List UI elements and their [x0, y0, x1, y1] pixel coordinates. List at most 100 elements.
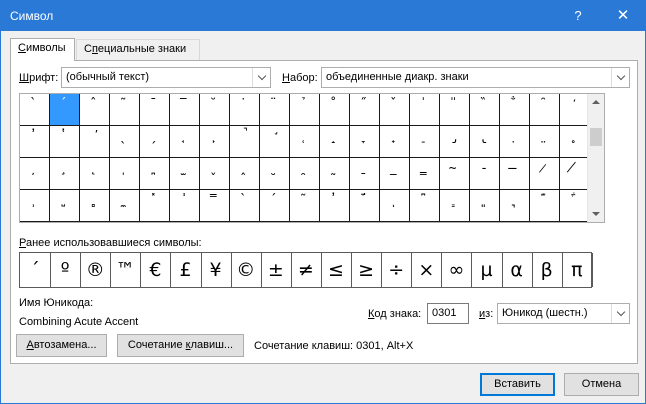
symbol-cell[interactable]: ̓: [20, 126, 50, 158]
symbol-cell[interactable]: ̮: [260, 158, 290, 190]
symbol-cell[interactable]: ̴: [440, 158, 470, 190]
symbol-cell[interactable]: ̈: [260, 94, 290, 126]
symbol-cell[interactable]: ̯: [290, 158, 320, 190]
symbol-cell[interactable]: ̟: [380, 126, 410, 158]
chevron-down-icon[interactable]: [611, 304, 629, 323]
symbol-cell[interactable]: ͆: [410, 190, 440, 222]
symbol-cell[interactable]: ̍: [410, 94, 440, 126]
symbol-cell[interactable]: ̕: [80, 126, 110, 158]
recent-symbol-cell[interactable]: ™: [110, 253, 142, 287]
scroll-up-icon[interactable]: [588, 94, 604, 110]
symbol-cell[interactable]: ̳: [410, 158, 440, 190]
symbol-cell[interactable]: ͂: [290, 190, 320, 222]
symbol-cell[interactable]: ̻: [80, 190, 110, 222]
symbol-cell[interactable]: ̢: [470, 126, 500, 158]
symbol-cell[interactable]: ̌: [380, 94, 410, 126]
font-combobox[interactable]: (обычный текст): [61, 67, 271, 88]
symbol-cell[interactable]: ̵: [470, 158, 500, 190]
symbol-cell[interactable]: ̡: [440, 126, 470, 158]
recent-symbol-cell[interactable]: ×: [411, 253, 443, 287]
symbol-cell[interactable]: ̥: [560, 126, 590, 158]
tab-symbols[interactable]: Символы: [10, 38, 75, 61]
symbol-cell[interactable]: ̣: [500, 126, 530, 158]
symbol-cell[interactable]: ̺: [50, 190, 80, 222]
symbol-cell[interactable]: ̼: [110, 190, 140, 222]
scroll-thumb[interactable]: [590, 128, 602, 146]
grid-scrollbar[interactable]: [587, 94, 604, 222]
symbol-cell[interactable]: ͉: [500, 190, 530, 222]
symbol-cell[interactable]: ͅ: [380, 190, 410, 222]
symbol-cell[interactable]: ̙: [200, 126, 230, 158]
symbol-cell[interactable]: ̠: [410, 126, 440, 158]
recent-symbol-cell[interactable]: ≤: [321, 253, 352, 287]
close-button[interactable]: ✕: [601, 1, 645, 31]
symbol-cell[interactable]: ̔: [50, 126, 80, 158]
autocorrect-button[interactable]: Автозамена...: [16, 334, 107, 357]
symbol-cell[interactable]: ̅: [170, 94, 200, 126]
symbol-cell[interactable]: ̑: [530, 94, 560, 126]
symbol-cell[interactable]: ̎: [440, 94, 470, 126]
symbol-cell[interactable]: ͈: [470, 190, 500, 222]
symbol-cell[interactable]: ̦: [20, 158, 50, 190]
char-code-input[interactable]: 0301: [427, 303, 469, 324]
symbol-cell[interactable]: ̾: [170, 190, 200, 222]
recent-symbol-cell[interactable]: ÷: [381, 253, 413, 287]
symbol-cell[interactable]: ́: [50, 94, 80, 126]
symbol-cell[interactable]: ̛: [260, 126, 290, 158]
symbol-cell[interactable]: ̄: [140, 94, 170, 126]
recent-symbol-cell[interactable]: ®: [80, 253, 112, 287]
recent-symbol-cell[interactable]: ≠: [291, 253, 322, 287]
symbol-cell[interactable]: ͋: [560, 190, 590, 222]
symbol-cell[interactable]: ̏: [470, 94, 500, 126]
symbol-cell[interactable]: ̂: [80, 94, 110, 126]
recent-symbol-cell[interactable]: ¥: [201, 253, 232, 287]
symbol-cell[interactable]: ̊: [320, 94, 350, 126]
symbol-cell[interactable]: ̀: [20, 94, 50, 126]
recent-symbol-cell[interactable]: β: [532, 253, 563, 287]
shortcut-key-button[interactable]: Сочетание клавиш...: [117, 334, 244, 357]
help-button[interactable]: ?: [556, 1, 600, 31]
scroll-down-icon[interactable]: [588, 206, 604, 222]
symbol-cell[interactable]: ̱: [350, 158, 380, 190]
symbol-cell[interactable]: ̰: [320, 158, 350, 190]
symbol-cell[interactable]: ̧: [50, 158, 80, 190]
cancel-button[interactable]: Отмена: [564, 373, 639, 396]
symbol-cell[interactable]: ̷: [530, 158, 560, 190]
from-combobox[interactable]: Юникод (шестн.): [497, 303, 630, 324]
symbol-cell[interactable]: ̜: [290, 126, 320, 158]
symbol-cell[interactable]: ̋: [350, 94, 380, 126]
symbol-cell[interactable]: ̇: [230, 94, 260, 126]
symbol-cell[interactable]: ̚: [230, 126, 260, 158]
symbol-cell[interactable]: ̆: [200, 94, 230, 126]
symbol-cell[interactable]: ́: [260, 190, 290, 222]
recent-symbol-cell[interactable]: µ: [472, 253, 503, 287]
recent-symbol-cell[interactable]: α: [502, 253, 533, 287]
recent-symbol-cell[interactable]: ∞: [441, 253, 473, 287]
recent-symbol-cell[interactable]: π: [562, 253, 593, 287]
symbol-cell[interactable]: ̤: [530, 126, 560, 158]
recent-symbol-cell[interactable]: €: [140, 253, 172, 287]
subset-combobox[interactable]: объединенные диакр. знаки: [321, 67, 630, 88]
symbol-cell[interactable]: ̽: [140, 190, 170, 222]
symbol-cell[interactable]: ̸: [560, 158, 590, 190]
symbol-cell[interactable]: ̞: [350, 126, 380, 158]
symbol-cell[interactable]: ̿: [200, 190, 230, 222]
symbol-cell[interactable]: ̹: [20, 190, 50, 222]
recent-symbol-cell[interactable]: £: [171, 253, 202, 287]
symbol-cell[interactable]: ̪: [140, 158, 170, 190]
insert-button[interactable]: Вставить: [480, 373, 555, 396]
symbol-cell[interactable]: ͇: [440, 190, 470, 222]
symbol-cell[interactable]: ̲: [380, 158, 410, 190]
symbol-cell[interactable]: ̝: [320, 126, 350, 158]
symbol-cell[interactable]: ̨: [80, 158, 110, 190]
symbol-cell[interactable]: ̉: [290, 94, 320, 126]
symbol-cell[interactable]: ̓: [320, 190, 350, 222]
symbol-cell[interactable]: ̶: [500, 158, 530, 190]
symbol-cell[interactable]: ̖: [110, 126, 140, 158]
symbol-cell[interactable]: ̫: [170, 158, 200, 190]
tab-special-characters[interactable]: Специальные знаки: [76, 39, 200, 60]
symbol-cell[interactable]: ̬: [200, 158, 230, 190]
recent-symbol-cell[interactable]: ±: [261, 253, 292, 287]
symbol-cell[interactable]: ̀: [230, 190, 260, 222]
recent-symbol-cell[interactable]: ≥: [351, 253, 383, 287]
